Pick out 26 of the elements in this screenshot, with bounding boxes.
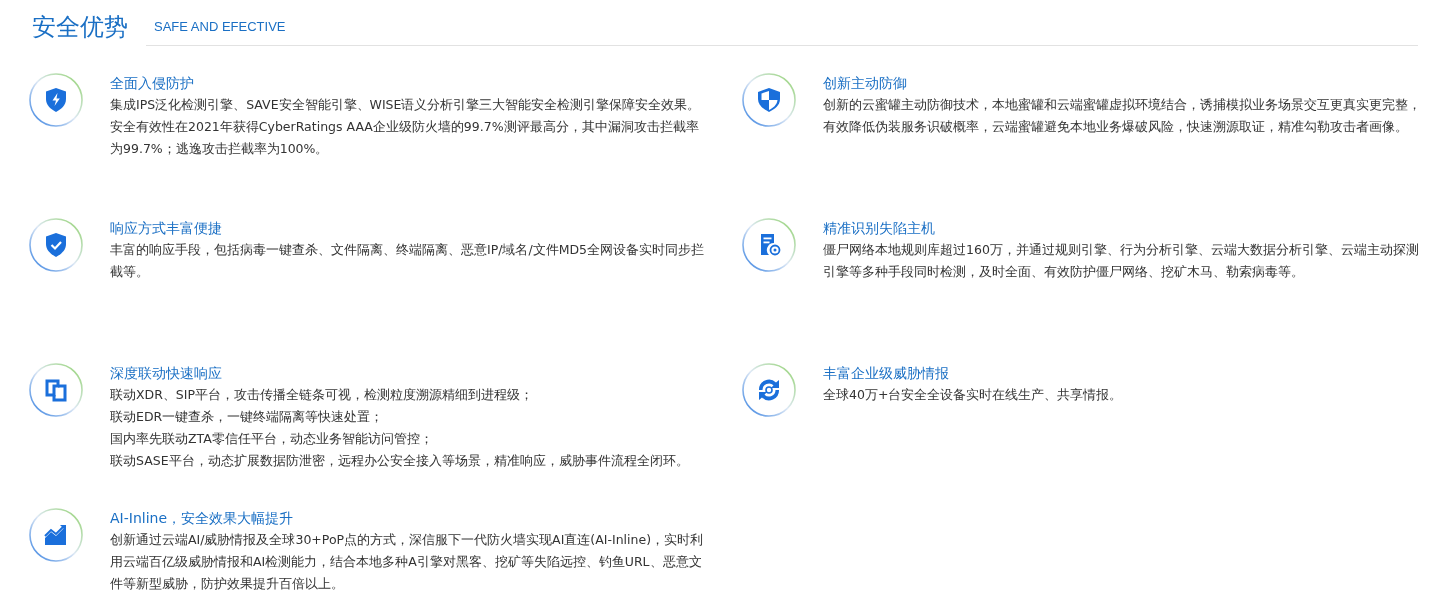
feature-title: 丰富企业级威胁情报	[823, 364, 950, 383]
feature-description: 联动EDR一键查杀，一键终端隔离等快速处置；	[110, 408, 385, 426]
lightning-shield-icon	[28, 72, 84, 128]
feature-description: 全球40万+台安全全设备实时在线生产、共享情报。	[823, 386, 1124, 404]
feature-title: AI-Inline，安全效果大幅提升	[110, 509, 295, 528]
feature-title: 创新主动防御	[823, 74, 908, 93]
feature-title: 全面入侵防护	[110, 74, 195, 93]
feature-description: 创新的云蜜罐主动防御技术，本地蜜罐和云端蜜罐虚拟环境结合，诱捕模拟业务场景交互更真实更完整，有效降低伪装服务识破概率，云端蜜罐避免本地业务爆破风险，快速溯源取证，精准勾勒攻击者画像。	[823, 96, 1422, 136]
trend-chart-icon	[28, 507, 84, 563]
feature-title: 精准识别失陷主机	[823, 219, 936, 238]
feature-description: 联动XDR、SIP平台，攻击传播全链条可视，检测粒度溯源精细到进程级；	[110, 386, 535, 404]
feature-description: 丰富的响应手段，包括病毒一键查杀、文件隔离、终端隔离、恶意IP/域名/文件MD5全网设备实时同步拦截等。	[110, 241, 705, 281]
feature-title: 响应方式丰富便捷	[110, 219, 223, 238]
section-subtitle: SAFE AND EFECTIVE	[154, 19, 286, 34]
feature-title: 深度联动快速响应	[110, 364, 223, 383]
section-title: 安全优势	[32, 12, 128, 43]
feature-description: 集成IPS泛化检测引擎、SAVE安全智能引擎、WISE语义分析引擎三大智能安全检测引擎保障安全效果。安全有效性在2021年获得CyberRatings AAA企业级防火墙的99.7%测评最高分，其中漏洞攻击拦截率为99.7%；逃逸攻击拦截率为100%。	[110, 96, 702, 158]
feature-description: 僵尸网络本地规则库超过160万，并通过规则引擎、行为分析引擎、云端大数据分析引擎、云端主动探测引擎等多种手段同时检测，及时全面、有效防护僵尸网络、挖矿木马、勒索病毒等。	[823, 241, 1420, 281]
linked-squares-icon	[28, 362, 84, 418]
feature-description: 创新通过云端AI/威胁情报及全球30+PoP点的方式，深信服下一代防火墙实现AI直连(AI-Inline)，实时利用云端百亿级威胁情报和AI检测能力，结合本地多种A引擎对黑客、挖矿等失陷远控、钓鱼URL、恶意文件等新型威胁，防护效果提升百倍以上。	[110, 531, 704, 593]
document-target-icon	[741, 217, 797, 273]
feature-description: 联动SASE平台，动态扩展数据防泄密，远程办公安全接入等场景，精准响应，威胁事件流程全闭环。	[110, 452, 690, 470]
feature-description: 国内率先联动ZTA零信任平台，动态业务智能访问管控；	[110, 430, 434, 448]
check-shield-icon	[28, 217, 84, 273]
target-cycle-icon	[741, 362, 797, 418]
half-shield-icon	[741, 72, 797, 128]
